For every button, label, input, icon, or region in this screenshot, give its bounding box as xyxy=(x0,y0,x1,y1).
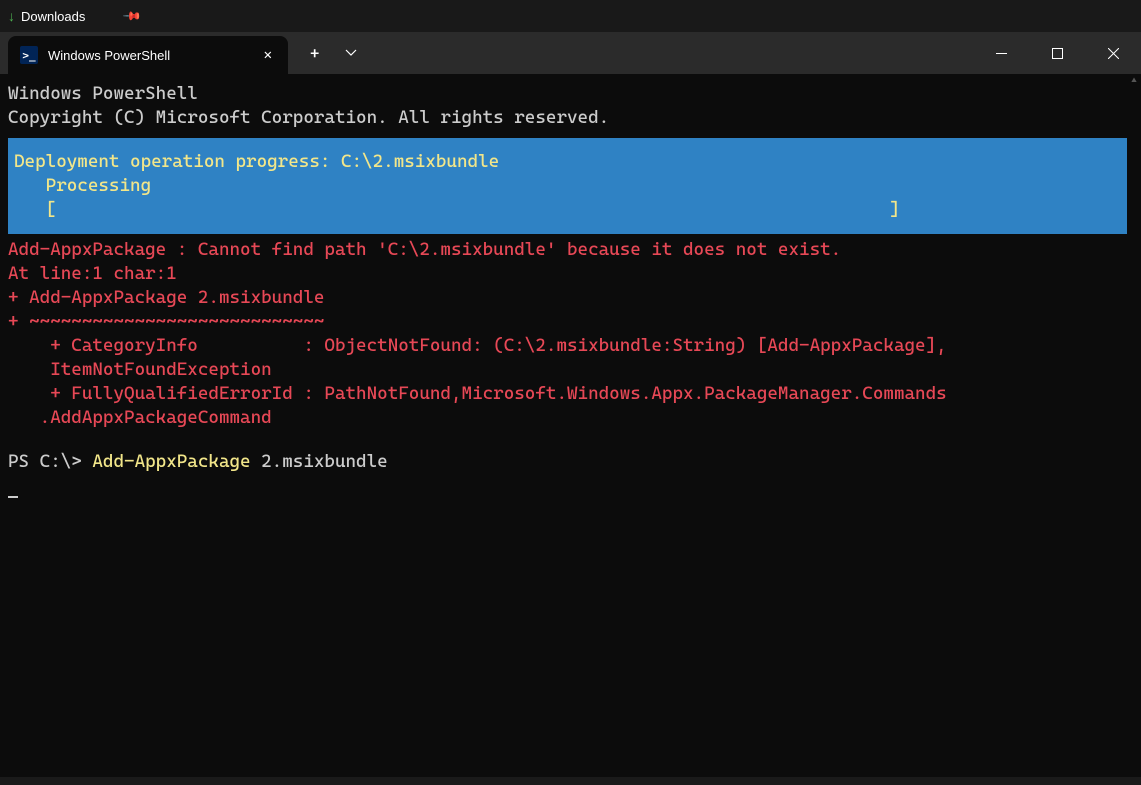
prompt-argument: 2.msixbundle xyxy=(251,451,388,472)
error-fqid: + FullyQualifiedErrorId : PathNotFound,M… xyxy=(8,382,1133,406)
error-exception: ItemNotFoundException xyxy=(8,358,1133,382)
window-controls xyxy=(973,32,1141,74)
error-fqid-cont: .AddAppxPackageCommand xyxy=(8,406,1133,430)
error-message: Add-AppxPackage : Cannot find path 'C:\2… xyxy=(8,238,1133,262)
terminal-tab[interactable]: >_ Windows PowerShell ✕ xyxy=(8,36,288,74)
tab-dropdown-button[interactable] xyxy=(341,43,361,64)
prompt-prefix: PS C:\> xyxy=(8,451,92,472)
powershell-icon: >_ xyxy=(20,46,38,64)
minimize-icon xyxy=(996,48,1007,59)
prompt-command: Add-AppxPackage xyxy=(92,451,250,472)
scrollbar-up-arrow-icon[interactable]: ▲ xyxy=(1127,74,1141,86)
bottom-bar xyxy=(0,777,1141,785)
pin-icon[interactable]: 📌 xyxy=(123,6,143,26)
download-arrow-icon: ↓ xyxy=(8,8,15,24)
new-tab-button[interactable]: + xyxy=(306,40,323,67)
cursor-line xyxy=(8,474,1133,498)
terminal-header-line: Windows PowerShell xyxy=(8,82,1133,106)
powershell-icon-glyph: >_ xyxy=(22,49,35,62)
maximize-button[interactable] xyxy=(1029,32,1085,74)
close-tab-button[interactable]: ✕ xyxy=(260,43,276,67)
prompt-line[interactable]: PS C:\> Add-AppxPackage 2.msixbundle xyxy=(8,450,1133,474)
terminal-output[interactable]: Windows PowerShell Copyright (C) Microso… xyxy=(0,74,1141,785)
error-category-info: + CategoryInfo : ObjectNotFound: (C:\2.m… xyxy=(8,334,1133,358)
tab-title: Windows PowerShell xyxy=(48,48,260,63)
taskbar-downloads-label[interactable]: Downloads xyxy=(21,9,85,24)
maximize-icon xyxy=(1052,48,1063,59)
error-command-echo: + Add-AppxPackage 2.msixbundle xyxy=(8,286,1133,310)
window-titlebar[interactable]: >_ Windows PowerShell ✕ + xyxy=(0,32,1141,74)
minimize-button[interactable] xyxy=(973,32,1029,74)
close-window-button[interactable] xyxy=(1085,32,1141,74)
terminal-cursor xyxy=(8,478,18,498)
terminal-copyright-line: Copyright (C) Microsoft Corporation. All… xyxy=(8,106,1133,130)
chevron-down-icon xyxy=(345,49,357,57)
close-icon xyxy=(1108,48,1119,59)
vertical-scrollbar[interactable]: ▲ xyxy=(1127,74,1141,785)
progress-bar: [ ] xyxy=(14,198,1127,222)
deployment-progress-box: Deployment operation progress: C:\2.msix… xyxy=(8,138,1133,234)
progress-title: Deployment operation progress: C:\2.msix… xyxy=(14,150,1127,174)
error-location: At line:1 char:1 xyxy=(8,262,1133,286)
error-underline: + ~~~~~~~~~~~~~~~~~~~~~~~~~~~~ xyxy=(8,310,1133,334)
explorer-taskbar: ↓ Downloads 📌 xyxy=(0,0,1141,32)
progress-status: Processing xyxy=(14,174,1127,198)
